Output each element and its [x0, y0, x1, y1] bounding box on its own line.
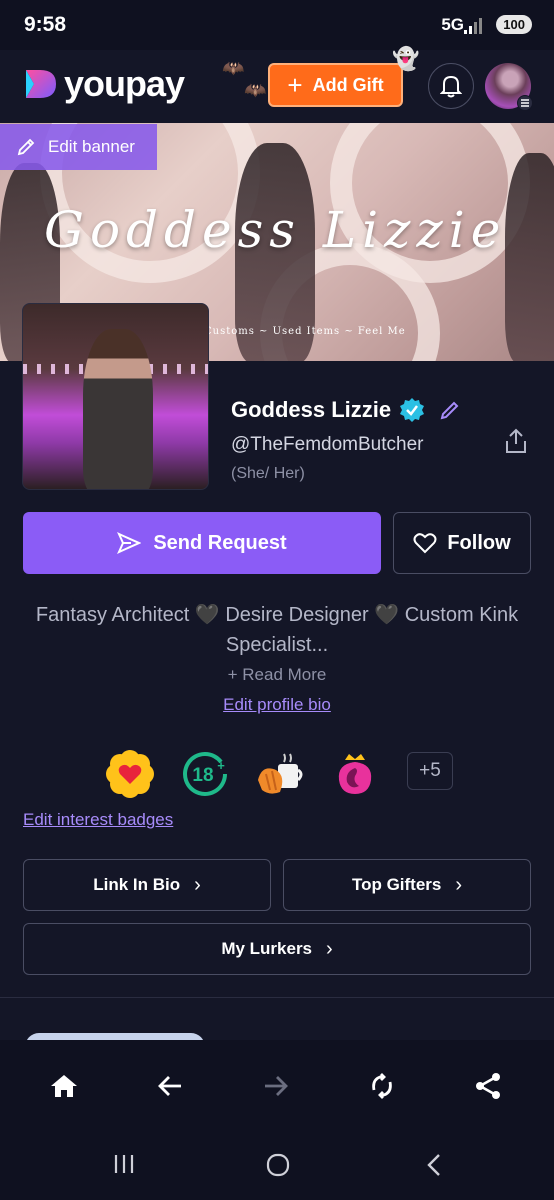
profile-bio: Fantasy Architect 🖤 Desire Designer 🖤 Cu… [35, 604, 519, 656]
reload-icon [372, 1073, 392, 1099]
my-lurkers-button[interactable]: My Lurkers › [23, 923, 531, 975]
user-handle: @TheFemdomButcher [231, 434, 424, 455]
status-bar: 9:58 5G 100 [0, 0, 554, 50]
user-avatar-menu[interactable] [485, 63, 533, 111]
send-request-button[interactable]: Send Request [23, 512, 381, 574]
banner-title: Goddess Lizzie [44, 201, 507, 259]
arrow-right-icon [265, 1076, 288, 1096]
forward-button[interactable] [258, 1068, 294, 1104]
home-system-icon[interactable] [265, 1152, 291, 1178]
banner-subtitle: Customs ~ Used Items ~ Feel Me [204, 326, 406, 337]
display-name: Goddess Lizzie [231, 397, 392, 422]
heart-outline-icon [413, 533, 437, 554]
edit-profile-bio-link[interactable]: Edit profile bio [0, 695, 554, 715]
plus-icon: + [287, 70, 303, 100]
send-request-label: Send Request [153, 531, 287, 554]
edit-banner-label: Edit banner [48, 137, 135, 156]
network-label: 5G [441, 15, 464, 34]
verified-badge-icon [400, 398, 425, 422]
eighteen-plus-badge-icon[interactable]: 18 + [181, 750, 229, 798]
recent-apps-icon[interactable] [112, 1152, 136, 1176]
read-more-link[interactable]: + Read More [0, 665, 554, 685]
bell-icon [440, 75, 462, 98]
add-gift-button[interactable]: + Add Gift [268, 63, 403, 107]
send-icon [117, 532, 142, 554]
back-system-icon[interactable] [424, 1152, 444, 1178]
pronouns: (She/ Her) [231, 465, 305, 482]
follow-button[interactable]: Follow [393, 512, 531, 574]
logo-text: youpay [64, 63, 185, 104]
app-header: youpay 🦇 🦇 + Add Gift 👻 [0, 46, 554, 122]
top-gifters-label: Top Gifters [351, 875, 442, 894]
link-in-bio-button[interactable]: Link In Bio › [23, 859, 271, 911]
back-button[interactable] [152, 1068, 188, 1104]
my-lurkers-label: My Lurkers [221, 939, 313, 958]
chevron-right-icon: › [326, 937, 333, 960]
more-badges-button[interactable]: +5 [407, 752, 453, 790]
logo-mark-icon [26, 70, 56, 98]
heart-flower-badge-icon[interactable] [106, 750, 154, 798]
status-time: 9:58 [24, 13, 67, 36]
edit-name-pencil-icon[interactable] [439, 399, 461, 421]
home-icon [51, 1075, 77, 1097]
battery-indicator: 100 [496, 15, 532, 34]
ghost-decoration-icon: 👻 [392, 46, 420, 71]
hamburger-menu-icon [517, 95, 533, 111]
croissant-coffee-badge-icon[interactable] [256, 750, 304, 798]
name-row: Goddess Lizzie [231, 397, 461, 423]
system-navigation-bar [0, 1132, 554, 1200]
edit-interest-badges-link[interactable]: Edit interest badges [23, 810, 173, 830]
home-button[interactable] [46, 1068, 82, 1104]
youpay-logo[interactable]: youpay [24, 63, 185, 104]
link-in-bio-label: Link In Bio [93, 875, 181, 894]
profile-figure [83, 329, 153, 489]
chevron-right-icon: › [194, 873, 201, 896]
notifications-button[interactable] [428, 63, 474, 109]
section-divider [0, 997, 554, 998]
chevron-right-icon: › [455, 873, 463, 896]
share-page-button[interactable] [470, 1068, 506, 1104]
signal-icon [464, 18, 482, 34]
profile-picture[interactable] [22, 303, 209, 490]
share-icon[interactable] [504, 428, 528, 454]
share-nodes-icon [476, 1073, 500, 1099]
top-gifters-button[interactable]: Top Gifters › [283, 859, 531, 911]
banner-figure [505, 153, 554, 361]
pencil-icon [17, 138, 35, 156]
arrow-left-icon [158, 1076, 181, 1096]
reload-button[interactable] [364, 1068, 400, 1104]
browser-toolbar [0, 1040, 554, 1132]
crown-badge-icon[interactable] [331, 750, 379, 798]
add-gift-label: Add Gift [312, 74, 384, 95]
edit-banner-button[interactable]: Edit banner [0, 124, 157, 170]
svg-text:+: + [217, 758, 225, 773]
bat-decoration-icon: 🦇 [222, 58, 245, 78]
svg-text:18: 18 [192, 765, 213, 786]
bat-decoration-icon: 🦇 [244, 80, 267, 100]
follow-label: Follow [447, 531, 511, 554]
